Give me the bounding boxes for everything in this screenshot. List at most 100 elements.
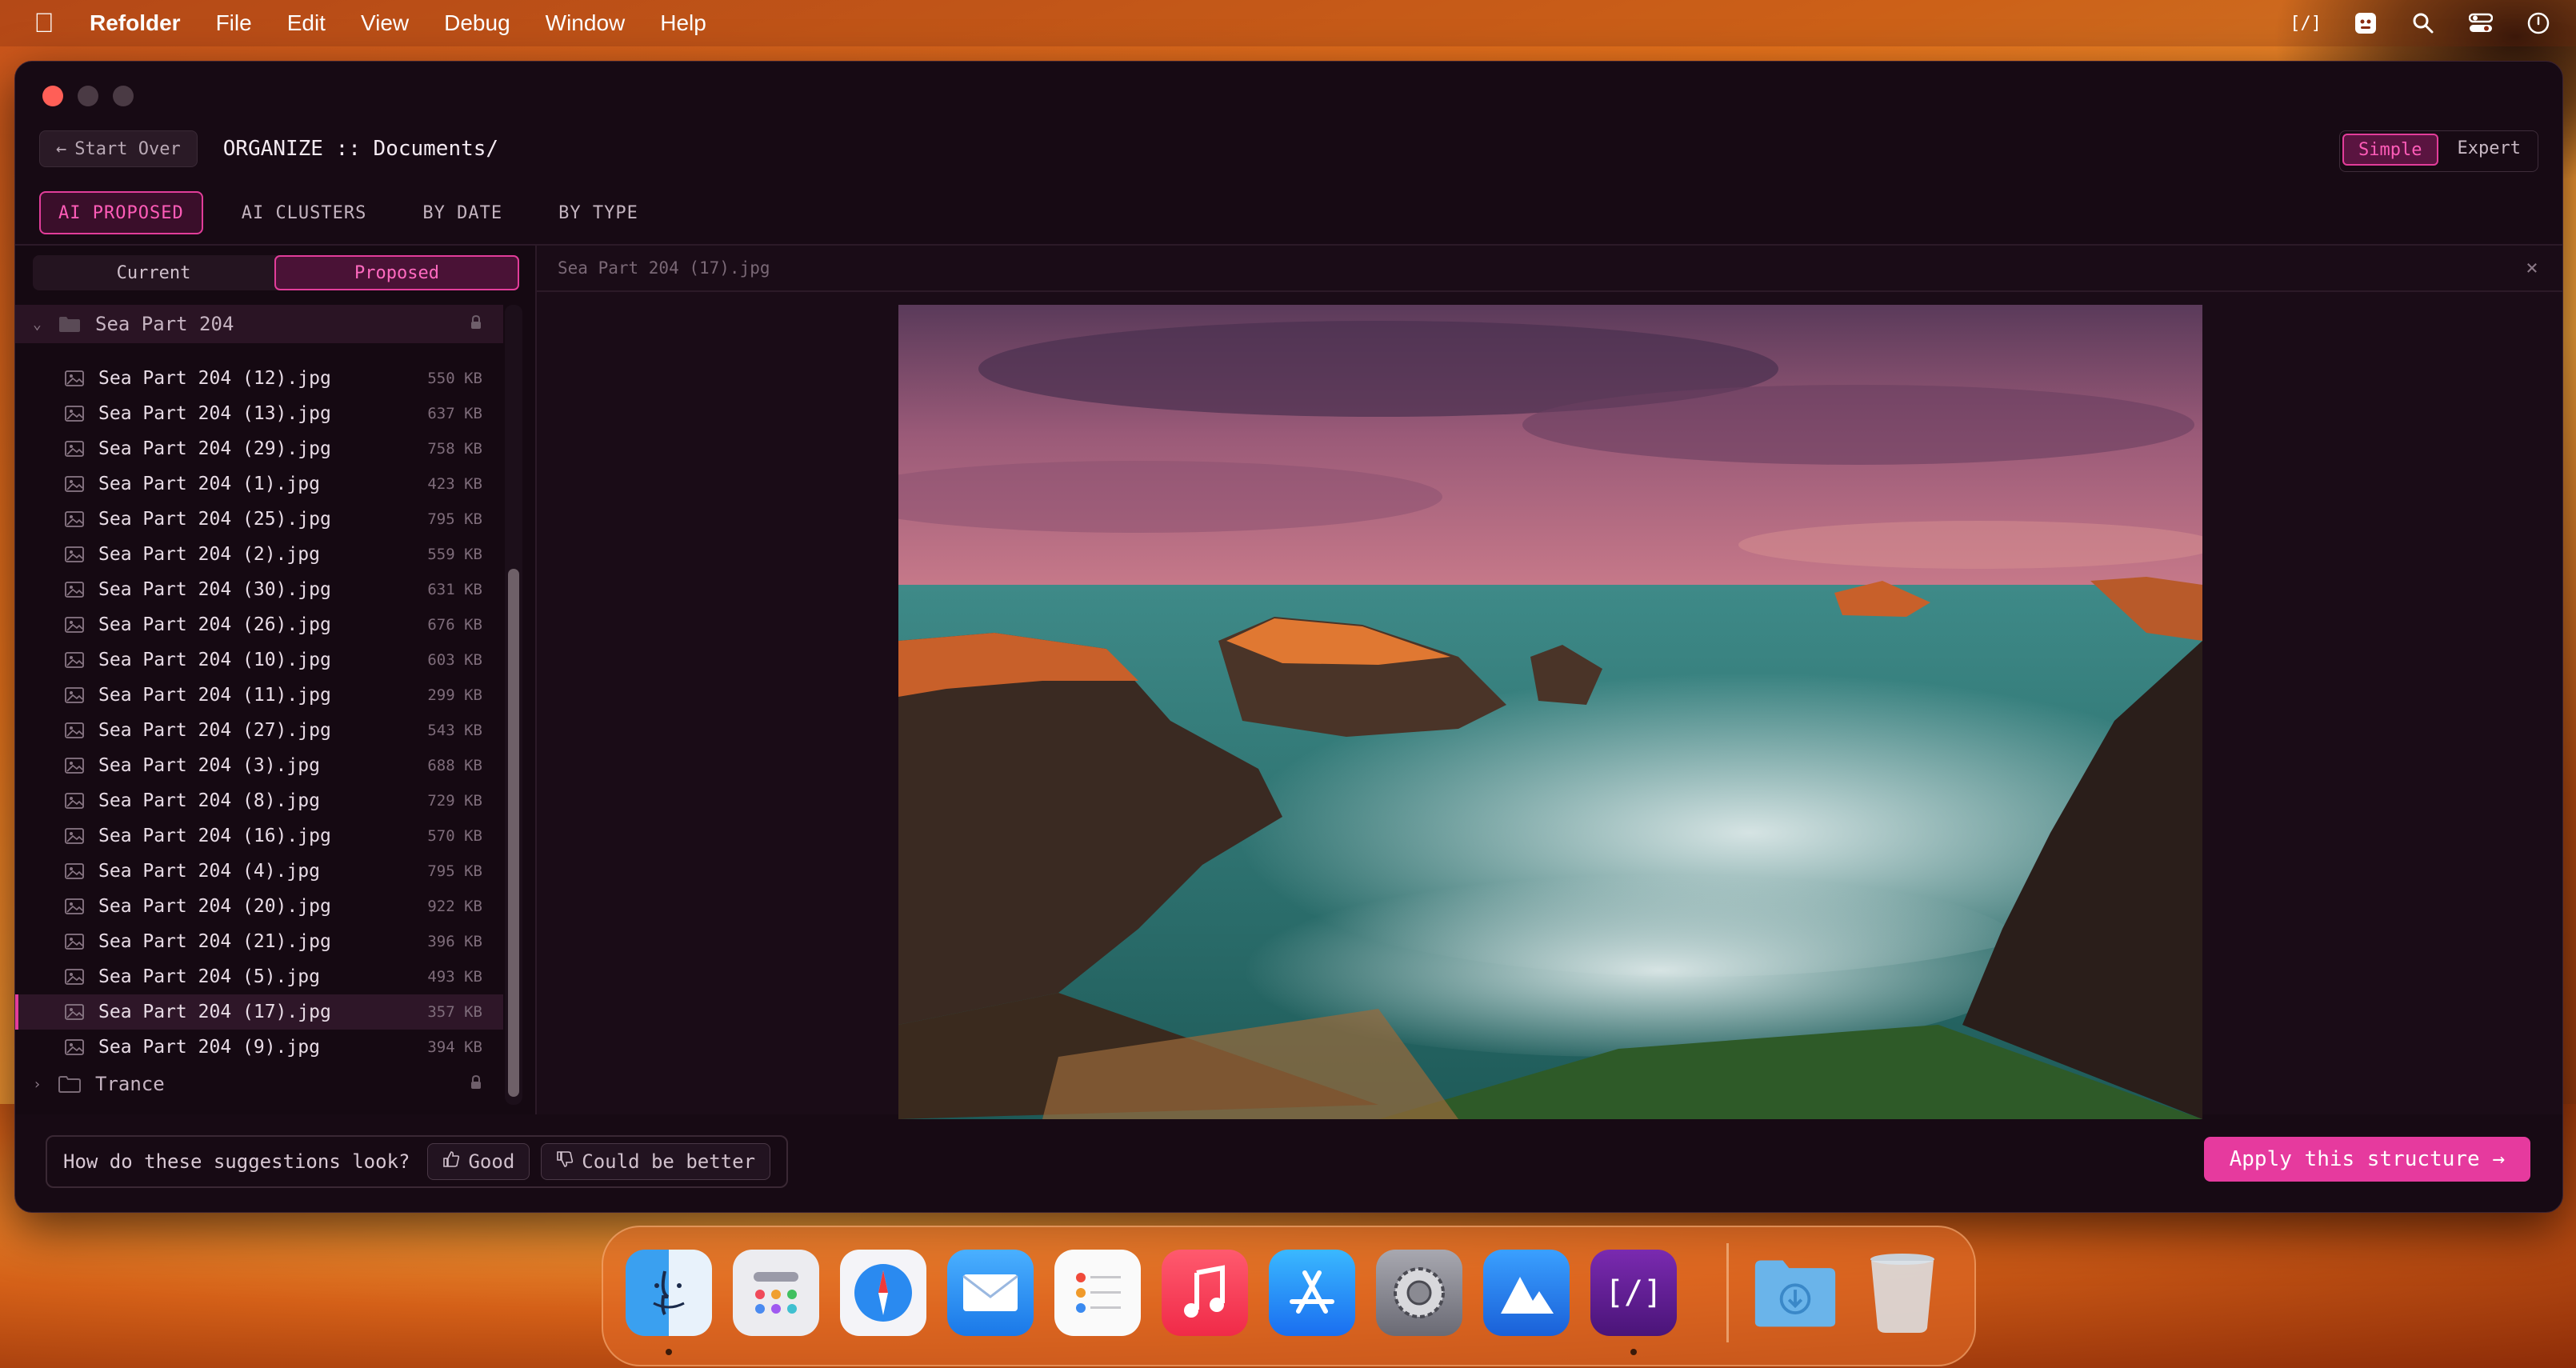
folder-icon [58,1075,82,1093]
menu-view[interactable]: View [361,10,409,36]
menu-window[interactable]: Window [546,10,626,36]
apply-structure-button[interactable]: Apply this structure → [2203,1137,2530,1182]
view-proposed-button[interactable]: Proposed [274,255,519,290]
menu-file[interactable]: File [216,10,252,36]
image-file-icon [65,404,87,423]
file-size: 357 KB [427,1003,482,1021]
finder-icon[interactable] [626,1250,712,1336]
file-row[interactable]: Sea Part 204 (5).jpg 493 KB [15,959,503,994]
file-name: Sea Part 204 (29).jpg [98,438,331,459]
file-name: Sea Part 204 (20).jpg [98,896,331,917]
file-tree[interactable]: ⌄ Sea Part 204 Sea Part 204 (12).jpg 550 … [15,305,503,1105]
file-row[interactable]: Sea Part 204 (27).jpg 543 KB [15,713,503,748]
file-row[interactable]: Sea Part 204 (16).jpg 570 KB [15,818,503,854]
menu-edit[interactable]: Edit [287,10,326,36]
window-close-button[interactable] [42,86,63,106]
clock-icon[interactable] [2525,10,2552,37]
image-file-icon [65,580,87,599]
file-size: 729 KB [427,792,482,810]
control-center-icon[interactable] [2467,10,2494,37]
tab-ai-proposed[interactable]: AI PROPOSED [39,191,203,234]
image-file-icon [65,439,87,458]
feedback-good-button[interactable]: Good [427,1143,530,1180]
downloads-folder-icon[interactable] [1752,1250,1838,1336]
file-row[interactable]: Sea Part 204 (2).jpg 559 KB [15,537,503,572]
view-toggle: Current Proposed [33,255,519,290]
menu-extras: [/] [2290,0,2552,46]
file-tree-scrollbar[interactable] [505,305,522,1105]
start-over-button[interactable]: ← Start Over [39,130,198,167]
file-size: 299 KB [427,686,482,704]
instruments-icon[interactable] [1483,1250,1570,1336]
window-minimize-button[interactable] [78,86,98,106]
apple-icon[interactable]:  [32,8,56,38]
list-item[interactable] [15,350,503,361]
file-row[interactable]: Sea Part 204 (11).jpg 299 KB [15,678,503,713]
image-file-icon [65,510,87,529]
chevron-down-icon[interactable]: ⌄ [33,316,49,333]
file-row[interactable]: Sea Part 204 (13).jpg 637 KB [15,396,503,431]
file-size: 543 KB [427,722,482,739]
refolder-running-indicator [1630,1349,1637,1355]
trash-icon[interactable] [1859,1250,1946,1336]
lock-icon [470,314,482,334]
mail-icon[interactable] [947,1250,1034,1336]
tab-by-date[interactable]: BY DATE [405,193,520,233]
file-row[interactable]: Sea Part 204 (25).jpg 795 KB [15,502,503,537]
file-row[interactable]: Sea Part 204 (12).jpg 550 KB [15,361,503,396]
file-size: 493 KB [427,968,482,986]
feedback-good-label: Good [468,1150,515,1173]
file-row[interactable]: Sea Part 204 (26).jpg 676 KB [15,607,503,642]
thumbs-down-icon [556,1150,574,1173]
preview-header: Sea Part 204 (17).jpg × [537,246,2562,292]
file-row[interactable]: Sea Part 204 (29).jpg 758 KB [15,431,503,466]
launchpad-icon[interactable] [733,1250,819,1336]
file-name: Sea Part 204 (9).jpg [98,1037,320,1058]
file-name: Sea Part 204 (2).jpg [98,544,320,565]
refolder-status-icon[interactable]: [/] [2290,10,2322,37]
menu-help[interactable]: Help [660,10,706,36]
tab-ai-clusters[interactable]: AI CLUSTERS [224,193,385,233]
file-size: 795 KB [427,862,482,880]
reminders-icon[interactable] [1054,1250,1141,1336]
file-size: 394 KB [427,1038,482,1056]
feedback-could-be-better-button[interactable]: Could be better [541,1143,771,1180]
file-row[interactable]: Sea Part 204 (30).jpg 631 KB [15,572,503,607]
file-row[interactable]: Sea Part 204 (3).jpg 688 KB [15,748,503,783]
view-current-button[interactable]: Current [33,255,274,290]
file-row[interactable]: Sea Part 204 (10).jpg 603 KB [15,642,503,678]
file-size: 631 KB [427,581,482,598]
mode-expert-button[interactable]: Expert [2443,134,2535,162]
close-icon[interactable]: × [2519,255,2545,281]
arrow-left-icon: ← [56,138,67,159]
file-name: Sea Part 204 (11).jpg [98,685,331,706]
app-store-icon[interactable] [1269,1250,1355,1336]
menu-debug[interactable]: Debug [444,10,510,36]
file-row[interactable]: Sea Part 204 (20).jpg 922 KB [15,889,503,924]
scrollbar-thumb[interactable] [508,569,519,1097]
dock: [/] [602,1226,1976,1366]
music-icon[interactable] [1162,1250,1248,1336]
menu-app-name[interactable]: Refolder [90,10,181,36]
file-row[interactable]: Sea Part 204 (8).jpg 729 KB [15,783,503,818]
menu-bar:  Refolder File Edit View Debug Window H… [0,0,2576,46]
window-zoom-button[interactable] [113,86,134,106]
file-row[interactable]: Sea Part 204 (4).jpg 795 KB [15,854,503,889]
user-status-icon[interactable] [2352,10,2379,37]
file-row[interactable]: Sea Part 204 (9).jpg 394 KB [15,1030,503,1065]
system-settings-icon[interactable] [1376,1250,1462,1336]
image-file-icon [65,862,87,881]
tab-by-type[interactable]: BY TYPE [541,193,656,233]
file-size: 637 KB [427,405,482,422]
image-file-icon [65,967,87,986]
file-row[interactable]: Sea Part 204 (17).jpg 357 KB [15,994,503,1030]
refolder-dock-icon[interactable]: [/] [1590,1250,1677,1336]
chevron-right-icon[interactable]: › [33,1076,49,1093]
folder-row-trance[interactable]: › Trance [15,1065,503,1103]
mode-simple-button[interactable]: Simple [2342,134,2438,166]
folder-row-sea-part-204[interactable]: ⌄ Sea Part 204 [15,305,503,343]
file-row[interactable]: Sea Part 204 (21).jpg 396 KB [15,924,503,959]
spotlight-search-icon[interactable] [2410,10,2437,37]
file-row[interactable]: Sea Part 204 (1).jpg 423 KB [15,466,503,502]
safari-icon[interactable] [840,1250,926,1336]
